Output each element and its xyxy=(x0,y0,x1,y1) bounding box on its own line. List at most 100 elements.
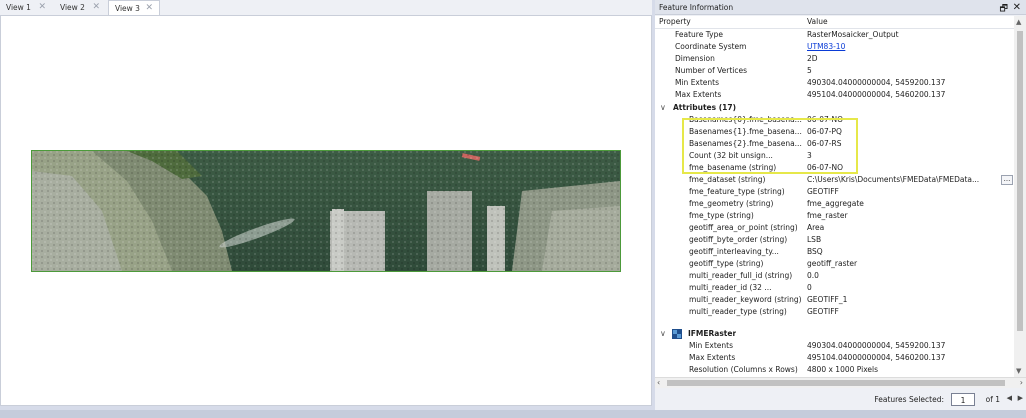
table-row[interactable]: multi_reader_keyword (string) GEOTIFF_1 xyxy=(655,294,1014,306)
property-name: fme_geometry (string) xyxy=(689,199,774,208)
table-row[interactable]: Count (32 bit unsign... 3 xyxy=(655,150,1014,162)
property-value: 06-07-NO xyxy=(807,163,844,172)
close-icon[interactable]: ✕ xyxy=(1013,0,1021,15)
scroll-down-icon[interactable]: ▼ xyxy=(1016,367,1021,375)
map-canvas[interactable] xyxy=(0,15,652,406)
scroll-right-icon[interactable]: › xyxy=(1020,378,1023,388)
table-row[interactable]: Resolution (Columns x Rows) 4800 x 1000 … xyxy=(655,364,1014,376)
panel-header: Feature Information 🗗 ✕ xyxy=(655,0,1026,15)
panel-title: Feature Information xyxy=(659,3,734,12)
property-name: geotiff_type (string) xyxy=(689,259,764,268)
table-row[interactable]: multi_reader_full_id (string) 0.0 xyxy=(655,270,1014,282)
next-feature-icon[interactable]: ▶ xyxy=(1018,394,1023,402)
table-row[interactable]: Feature Type RasterMosaicker_Output xyxy=(655,29,1014,41)
property-name: multi_reader_full_id (string) xyxy=(689,271,793,280)
table-row[interactable]: fme_geometry (string) fme_aggregate xyxy=(655,198,1014,210)
property-name: multi_reader_type (string) xyxy=(689,307,787,316)
property-value: GEOTIFF xyxy=(807,307,839,316)
table-row[interactable]: Basenames{2}.fme_basena... 06-07-RS xyxy=(655,138,1014,150)
property-name: Feature Type xyxy=(675,30,723,39)
tab-view-2[interactable]: View 2 ✕ xyxy=(54,0,106,15)
scroll-up-icon[interactable]: ▲ xyxy=(1016,18,1021,26)
ellipsis-button[interactable]: ... xyxy=(1001,175,1013,185)
horizontal-scrollbar[interactable]: ‹ › xyxy=(655,377,1026,388)
table-row[interactable]: geotiff_type (string) geotiff_raster xyxy=(655,258,1014,270)
chevron-down-icon[interactable]: ∨ xyxy=(660,102,666,114)
property-name: Resolution (Columns x Rows) xyxy=(689,365,798,374)
property-name: Min Extents xyxy=(689,341,734,350)
view-pane: View 1 ✕ View 2 ✕ View 3 ✕ xyxy=(0,0,652,406)
column-header-value[interactable]: Value xyxy=(807,16,987,28)
property-value: 495104.04000000004, 5460200.137 xyxy=(807,90,946,99)
property-name: Number of Vertices xyxy=(675,66,748,75)
pin-icon[interactable]: 🗗 xyxy=(1000,1,1008,17)
property-name: Coordinate System xyxy=(675,42,747,51)
property-value: GEOTIFF_1 xyxy=(807,295,848,304)
close-icon[interactable]: ✕ xyxy=(92,0,100,15)
column-header-property[interactable]: Property xyxy=(659,16,691,28)
table-row[interactable]: geotiff_byte_order (string) LSB xyxy=(655,234,1014,246)
property-name: Max Extents xyxy=(675,90,722,99)
table-row[interactable]: Min Extents 490304.04000000004, 5459200.… xyxy=(655,340,1014,352)
scroll-left-icon[interactable]: ‹ xyxy=(657,378,660,388)
close-icon[interactable]: ✕ xyxy=(145,1,153,16)
table-row[interactable]: Basenames{0}.fme_basena... 06-07-NO xyxy=(655,114,1014,126)
table-row[interactable]: fme_dataset (string) C:\Users\Kris\Docum… xyxy=(655,174,1014,186)
table-row[interactable]: Max Extents 495104.04000000004, 5460200.… xyxy=(655,352,1014,364)
table-row[interactable]: fme_type (string) fme_raster xyxy=(655,210,1014,222)
table-row[interactable]: Number of Vertices 5 xyxy=(655,65,1014,77)
tab-view-1[interactable]: View 1 ✕ xyxy=(0,0,52,15)
property-name: fme_type (string) xyxy=(689,211,754,220)
tab-label: View 1 xyxy=(6,3,31,12)
table-row[interactable]: Min Extents 490304.04000000004, 5459200.… xyxy=(655,77,1014,89)
status-strip xyxy=(0,410,1026,418)
property-value: 495104.04000000004, 5460200.137 xyxy=(807,353,946,362)
tab-view-3[interactable]: View 3 ✕ xyxy=(108,0,160,15)
property-name: Min Extents xyxy=(675,78,720,87)
table-row[interactable]: Basenames{1}.fme_basena... 06-07-PQ xyxy=(655,126,1014,138)
aerial-raster-graphic xyxy=(32,151,620,271)
table-row[interactable]: fme_feature_type (string) GEOTIFF xyxy=(655,186,1014,198)
property-value: 06-07-NO xyxy=(807,115,844,124)
property-value: 0 xyxy=(807,283,812,292)
close-icon[interactable]: ✕ xyxy=(38,0,46,15)
feature-information-panel: Feature Information 🗗 ✕ Property Value F… xyxy=(655,0,1026,418)
scroll-thumb[interactable] xyxy=(667,380,1005,386)
table-header: Property Value xyxy=(655,16,1014,29)
property-value: 06-07-PQ xyxy=(807,127,842,136)
view-tabstrip: View 1 ✕ View 2 ✕ View 3 ✕ xyxy=(0,0,652,15)
vertical-scrollbar[interactable]: ▲ ▼ xyxy=(1014,16,1026,377)
property-name: fme_dataset (string) xyxy=(689,175,766,184)
table-row[interactable]: Max Extents 495104.04000000004, 5460200.… xyxy=(655,89,1014,101)
feature-index-input[interactable]: 1 xyxy=(951,393,975,406)
table-row[interactable]: geotiff_interleaving_ty... BSQ xyxy=(655,246,1014,258)
property-value: GEOTIFF xyxy=(807,187,839,196)
property-value: 2D xyxy=(807,54,818,63)
raster-image[interactable] xyxy=(31,150,621,272)
table-row[interactable]: multi_reader_type (string) GEOTIFF xyxy=(655,306,1014,318)
property-value: geotiff_raster xyxy=(807,259,858,268)
property-value: BSQ xyxy=(807,247,823,256)
property-name: fme_feature_type (string) xyxy=(689,187,785,196)
section-title: IFMERaster xyxy=(688,329,737,338)
raster-section-header[interactable]: ∨ IFMERaster xyxy=(655,328,1014,340)
tab-label: View 2 xyxy=(60,3,85,12)
table-row[interactable]: multi_reader_id (32 ... 0 xyxy=(655,282,1014,294)
previous-feature-icon[interactable]: ◀ xyxy=(1007,394,1012,402)
coordinate-system-link[interactable]: UTM83-10 xyxy=(807,41,987,53)
property-name: multi_reader_keyword (string) xyxy=(689,295,802,304)
feature-info-table: Property Value Feature Type RasterMosaic… xyxy=(655,16,1014,377)
chevron-down-icon[interactable]: ∨ xyxy=(660,328,666,340)
property-name: Basenames{0}.fme_basena... xyxy=(689,115,802,124)
table-row[interactable]: fme_basename (string) 06-07-NO xyxy=(655,162,1014,174)
attributes-section-header[interactable]: ∨ Attributes (17) xyxy=(655,102,1014,114)
property-name: geotiff_interleaving_ty... xyxy=(689,247,779,256)
table-row[interactable]: geotiff_area_or_point (string) Area xyxy=(655,222,1014,234)
property-value: 3 xyxy=(807,151,812,160)
scroll-thumb[interactable] xyxy=(1017,31,1023,331)
raster-icon xyxy=(672,329,682,339)
table-row[interactable]: Coordinate System UTM83-10 xyxy=(655,41,1014,53)
property-value: 490304.04000000004, 5459200.137 xyxy=(807,341,946,350)
table-row[interactable]: Dimension 2D xyxy=(655,53,1014,65)
feature-total-label: of 1 xyxy=(985,395,1000,404)
